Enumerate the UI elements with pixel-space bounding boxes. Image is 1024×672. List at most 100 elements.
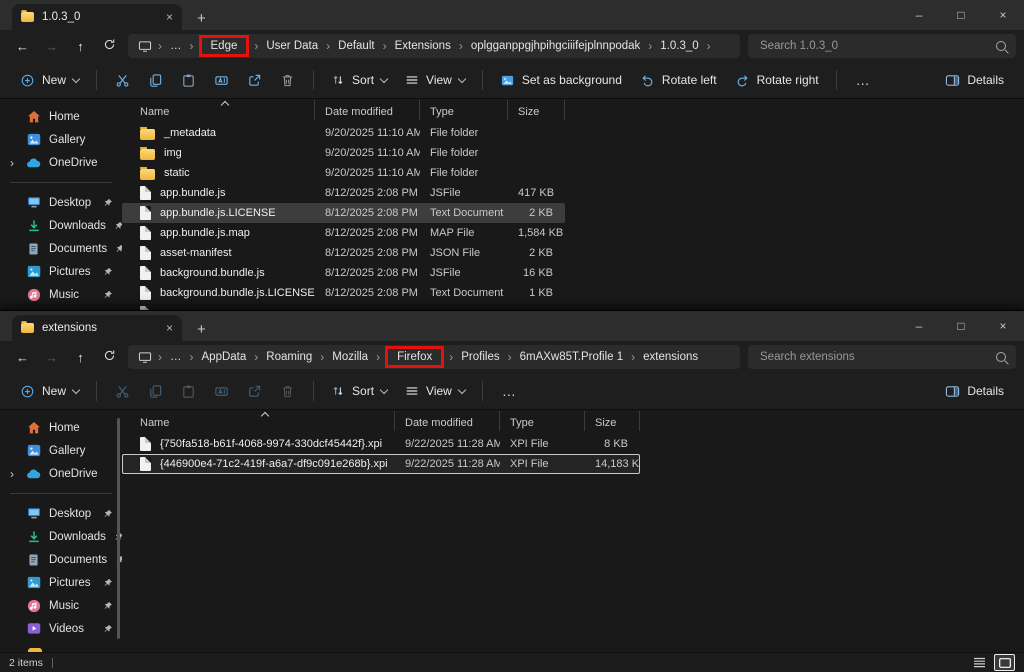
breadcrumb-item[interactable]: Profiles	[456, 349, 504, 365]
new-tab-button[interactable]: +	[197, 322, 206, 337]
maximize-icon[interactable]: □	[940, 311, 982, 341]
up-icon[interactable]: ↑	[66, 350, 95, 365]
more-options-icon[interactable]: …	[492, 383, 527, 399]
refresh-icon[interactable]	[95, 349, 124, 365]
column-header-date-modified[interactable]: Date modified	[395, 411, 500, 431]
rotate-right-button[interactable]: Rotate right	[727, 68, 827, 93]
search-input[interactable]	[758, 39, 990, 53]
breadcrumb-item[interactable]: Roaming	[261, 349, 317, 365]
cut-icon[interactable]	[106, 68, 139, 93]
rename-icon[interactable]	[205, 68, 238, 93]
breadcrumb-item[interactable]: User Data	[261, 38, 323, 54]
sidebar-item-videos[interactable]: Videos	[0, 617, 122, 640]
refresh-icon[interactable]	[95, 38, 124, 54]
search-box[interactable]	[748, 345, 1016, 369]
new-tab-button[interactable]: +	[197, 11, 206, 26]
sidebar-item-onedrive[interactable]: ›OneDrive	[0, 462, 122, 485]
set-as-background-button[interactable]: Set as background	[492, 68, 630, 93]
paste-icon[interactable]	[172, 68, 205, 93]
sidebar-item-home[interactable]: Home	[0, 105, 122, 128]
up-icon[interactable]: ↑	[66, 39, 95, 54]
sort-button[interactable]: Sort	[323, 68, 395, 92]
details-view-icon[interactable]	[970, 655, 989, 670]
sidebar-item-gallery[interactable]: Gallery	[0, 128, 122, 151]
large-icons-view-icon[interactable]	[994, 654, 1015, 671]
breadcrumb-item[interactable]: Default	[333, 38, 379, 54]
search-icon[interactable]	[996, 41, 1006, 51]
tab-close-icon[interactable]: ×	[166, 11, 173, 23]
minimize-icon[interactable]: –	[898, 0, 940, 30]
breadcrumb-overflow[interactable]: …	[165, 349, 187, 365]
copy-icon[interactable]	[139, 379, 172, 404]
copy-icon[interactable]	[139, 68, 172, 93]
sidebar-item-onedrive[interactable]: ›OneDrive	[0, 151, 122, 174]
forward-icon[interactable]: →	[37, 350, 66, 365]
search-input[interactable]	[758, 350, 990, 364]
paste-icon[interactable]	[172, 379, 205, 404]
file-row[interactable]: app.bundle.js.LICENSE8/12/2025 2:08 PMTe…	[122, 203, 565, 223]
back-icon[interactable]: ←	[8, 39, 37, 54]
tab-close-icon[interactable]: ×	[166, 322, 173, 334]
sidebar-item-downloads[interactable]: Downloads	[0, 214, 122, 237]
view-button[interactable]: View	[397, 68, 473, 92]
sort-button[interactable]: Sort	[323, 379, 395, 403]
chevron-expand-icon[interactable]: ›	[10, 467, 14, 481]
column-header-type[interactable]: Type	[420, 100, 508, 120]
file-row[interactable]: app.bundle.js8/12/2025 2:08 PMJSFile417 …	[122, 183, 565, 203]
breadcrumb-item[interactable]: 1.0.3_0	[655, 38, 703, 54]
file-row[interactable]: _metadata9/20/2025 11:10 AMFile folder	[122, 123, 565, 143]
column-header-name[interactable]: Name	[130, 411, 395, 431]
sidebar-item-music[interactable]: Music	[0, 594, 122, 617]
this-pc-icon[interactable]	[138, 40, 152, 53]
delete-icon[interactable]	[271, 379, 304, 404]
column-header-size[interactable]: Size	[508, 100, 565, 120]
breadcrumb-overflow[interactable]: …	[165, 38, 187, 54]
file-row[interactable]: background.bundle.js.LICENSE8/12/2025 2:…	[122, 283, 565, 303]
breadcrumb-item[interactable]: Edge	[199, 35, 250, 57]
this-pc-icon[interactable]	[138, 351, 152, 364]
cut-icon[interactable]	[106, 379, 139, 404]
sidebar-item-gallery[interactable]: Gallery	[0, 439, 122, 462]
close-icon[interactable]: ×	[982, 0, 1024, 30]
column-header-size[interactable]: Size	[585, 411, 640, 431]
file-row[interactable]: app.bundle.js.map8/12/2025 2:08 PMMAP Fi…	[122, 223, 565, 243]
breadcrumb-item[interactable]: Extensions	[390, 38, 456, 54]
chevron-expand-icon[interactable]: ›	[10, 156, 14, 170]
breadcrumb-item[interactable]: Firefox	[385, 346, 444, 368]
sidebar-item-documents[interactable]: Documents	[0, 237, 122, 260]
close-icon[interactable]: ×	[982, 311, 1024, 341]
sidebar-item-music[interactable]: Music	[0, 283, 122, 306]
file-row[interactable]: {750fa518-b61f-4068-9974-330dcf45442f}.x…	[122, 434, 640, 454]
share-icon[interactable]	[238, 68, 271, 93]
file-row[interactable]	[122, 303, 315, 310]
rename-icon[interactable]	[205, 379, 238, 404]
sidebar-scrollbar[interactable]	[117, 418, 120, 639]
file-row[interactable]: static9/20/2025 11:10 AMFile folder	[122, 163, 565, 183]
delete-icon[interactable]	[271, 68, 304, 93]
new-button[interactable]: New	[12, 68, 87, 93]
breadcrumb-item[interactable]: extensions	[638, 349, 703, 365]
column-header-type[interactable]: Type	[500, 411, 585, 431]
sidebar-item-downloads[interactable]: Downloads	[0, 525, 122, 548]
file-row[interactable]: {446900e4-71c2-419f-a6a7-df9c091e268b}.x…	[122, 454, 640, 474]
rotate-left-button[interactable]: Rotate left	[632, 68, 725, 93]
sidebar-item-desktop[interactable]: Desktop	[0, 191, 122, 214]
details-button[interactable]: Details	[937, 379, 1012, 404]
breadcrumb-item[interactable]: 6mAXw85T.Profile 1	[515, 349, 629, 365]
breadcrumb-item[interactable]: Mozilla	[327, 349, 373, 365]
tab-extensions[interactable]: extensions ×	[12, 315, 182, 341]
sidebar-item-documents[interactable]: Documents	[0, 548, 122, 571]
file-row[interactable]: asset-manifest8/12/2025 2:08 PMJSON File…	[122, 243, 565, 263]
breadcrumb-item[interactable]: AppData	[197, 349, 252, 365]
share-icon[interactable]	[238, 379, 271, 404]
minimize-icon[interactable]: –	[898, 311, 940, 341]
maximize-icon[interactable]: □	[940, 0, 982, 30]
new-button[interactable]: New	[12, 379, 87, 404]
breadcrumb-item[interactable]: oplgganppgjhpihgciiifejplnnpodak	[466, 38, 645, 54]
file-row[interactable]: background.bundle.js8/12/2025 2:08 PMJSF…	[122, 263, 565, 283]
forward-icon[interactable]: →	[37, 39, 66, 54]
back-icon[interactable]: ←	[8, 350, 37, 365]
search-icon[interactable]	[996, 352, 1006, 362]
sidebar-item-pictures[interactable]: Pictures	[0, 571, 122, 594]
view-button[interactable]: View	[397, 379, 473, 403]
